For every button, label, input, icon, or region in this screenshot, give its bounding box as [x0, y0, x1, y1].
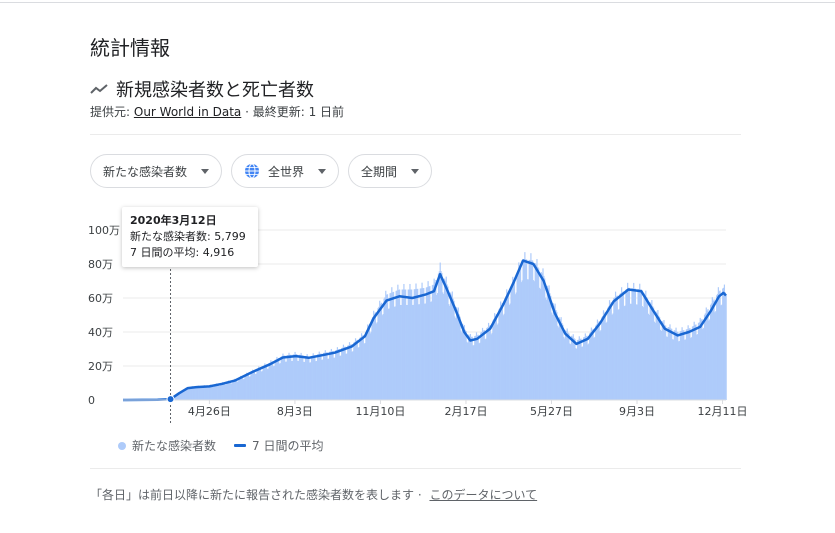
y-tick-label: 80万 — [88, 258, 113, 271]
daily-bar — [725, 294, 727, 400]
section-title: 統計情報 — [90, 36, 170, 60]
source-prefix: 提供元: — [90, 105, 131, 119]
chart-legend: 新たな感染者数 7 日間の平均 — [118, 437, 323, 454]
tooltip-avg-value: 4,916 — [202, 246, 235, 259]
metric-dropdown-label: 新たな感染者数 — [103, 164, 188, 179]
metric-dropdown[interactable]: 新たな感染者数 — [90, 154, 223, 188]
x-tick-label: 9月3日 — [619, 405, 655, 418]
period-dropdown-label: 全期間 — [361, 164, 398, 179]
caret-down-icon — [318, 168, 327, 174]
chart-tooltip: 2020年3月12日 新たな感染者数: 5,799 7 日間の平均: 4,916 — [122, 207, 258, 267]
tooltip-line1: 新たな感染者数: 5,799 — [130, 229, 250, 245]
source-link[interactable]: Our World in Data — [134, 105, 241, 119]
tooltip-line2: 7 日間の平均: 4,916 — [130, 245, 250, 261]
y-tick-label: 0 — [88, 394, 95, 407]
chart-title: 新規感染者数と死亡者数 — [116, 80, 314, 101]
top-rule — [0, 2, 835, 3]
y-tick-label: 20万 — [88, 360, 113, 373]
tooltip-date: 2020年3月12日 — [130, 214, 217, 227]
tooltip-cases-value: 5,799 — [214, 230, 246, 243]
caret-down-icon — [201, 168, 210, 174]
x-tick-label: 4月26日 — [188, 405, 231, 418]
legend-average: 7 日間の平均 — [234, 437, 323, 454]
footer-text: 「各日」は前日以降に新たに報告された感染者数を表します · — [90, 488, 422, 502]
about-data-link[interactable]: このデータについて — [429, 488, 537, 502]
region-dropdown[interactable]: 全世界 — [231, 154, 340, 188]
x-tick-label: 8月3日 — [277, 405, 313, 418]
x-tick-label: 12月11日 — [698, 405, 748, 418]
y-tick-label: 100万 — [88, 224, 120, 237]
x-tick-label: 11月10日 — [355, 405, 405, 418]
source-line: 提供元: Our World in Data · 最終更新: 1 日前 — [90, 103, 344, 120]
legend-line-icon — [234, 444, 247, 447]
x-tick-label: 2月17日 — [444, 405, 487, 418]
legend-daily-label: 新たな感染者数 — [132, 439, 217, 453]
divider — [90, 134, 741, 135]
legend-daily: 新たな感染者数 — [118, 437, 216, 454]
last-updated: · 最終更新: 1 日前 — [245, 105, 345, 119]
filter-bar: 新たな感染者数 全世界 全期間 — [90, 154, 433, 188]
period-dropdown[interactable]: 全期間 — [348, 154, 433, 188]
daily-bars — [123, 252, 727, 400]
y-tick-label: 40万 — [88, 326, 113, 339]
footer-note: 「各日」は前日以降に新たに報告された感染者数を表します · このデータについて — [90, 486, 537, 503]
divider — [90, 468, 741, 469]
chart-title-row: 新規感染者数と死亡者数 — [90, 76, 314, 102]
globe-icon — [245, 163, 260, 179]
tooltip-cases-label: 新たな感染者数: — [130, 230, 211, 243]
legend-average-label: 7 日間の平均 — [252, 439, 324, 453]
tooltip-avg-label: 7 日間の平均: — [130, 246, 200, 259]
x-tick-label: 5月27日 — [530, 405, 573, 418]
legend-dot-icon — [118, 441, 126, 450]
trending-up-icon — [90, 84, 108, 94]
hover-point — [166, 395, 175, 404]
region-dropdown-label: 全世界 — [268, 164, 305, 179]
caret-down-icon — [411, 168, 420, 174]
y-tick-label: 60万 — [88, 292, 113, 305]
